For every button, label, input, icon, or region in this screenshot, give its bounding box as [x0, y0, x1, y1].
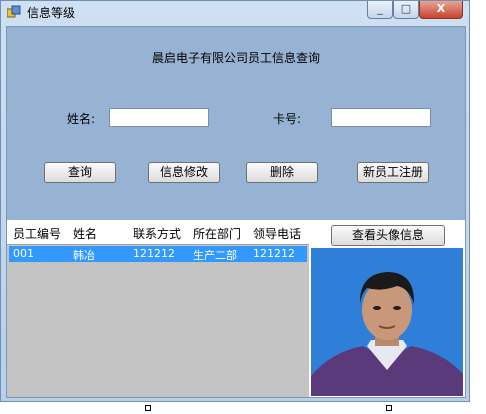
close-button[interactable]: X [419, 1, 463, 19]
window-title: 信息等级 [27, 6, 76, 20]
grid-header: 员工编号 姓名 联系方式 所在部门 领导电话 [7, 220, 309, 245]
cell-contact: 121212 [133, 247, 175, 260]
employee-grid[interactable]: 员工编号 姓名 联系方式 所在部门 领导电话 001 韩冶 121212 生产二… [7, 220, 309, 397]
app-window: 信息等级 _ □ X 晨启电子有限公司员工信息查询 姓名: 卡号: 查询 信息修… [0, 0, 470, 402]
cell-name: 韩冶 [73, 249, 95, 262]
name-input[interactable] [109, 108, 209, 127]
name-label: 姓名: [67, 112, 96, 126]
resize-handle-bottom-right[interactable] [386, 405, 392, 411]
modify-info-button[interactable]: 信息修改 [148, 162, 220, 183]
cell-department: 生产二部 [193, 249, 237, 262]
employee-photo [311, 248, 463, 396]
query-button[interactable]: 查询 [44, 162, 116, 183]
title-bar[interactable]: 信息等级 _ □ X [1, 1, 469, 23]
maximize-button[interactable]: □ [393, 1, 419, 19]
column-header[interactable]: 领导电话 [253, 225, 301, 242]
column-header[interactable]: 联系方式 [133, 225, 181, 242]
cell-employee-id: 001 [13, 247, 34, 260]
resize-handle-bottom[interactable] [145, 405, 151, 411]
card-label: 卡号: [273, 112, 302, 126]
form-client-area: 晨启电子有限公司员工信息查询 姓名: 卡号: 查询 信息修改 删除 新员工注册 … [6, 26, 466, 398]
table-row[interactable]: 001 韩冶 121212 生产二部 121212 [9, 246, 307, 262]
column-header[interactable]: 员工编号 [13, 225, 61, 242]
delete-button[interactable]: 删除 [246, 162, 318, 183]
app-icon [7, 5, 21, 18]
view-photo-button[interactable]: 查看头像信息 [331, 225, 445, 246]
photo-panel: 查看头像信息 [309, 220, 465, 397]
column-header[interactable]: 姓名 [73, 225, 97, 242]
new-employee-register-button[interactable]: 新员工注册 [357, 162, 429, 183]
card-input[interactable] [331, 108, 431, 127]
cell-leader-phone: 121212 [253, 247, 295, 260]
minimize-button[interactable]: _ [367, 1, 393, 19]
column-header[interactable]: 所在部门 [193, 225, 241, 242]
form-heading: 晨启电子有限公司员工信息查询 [151, 51, 320, 65]
